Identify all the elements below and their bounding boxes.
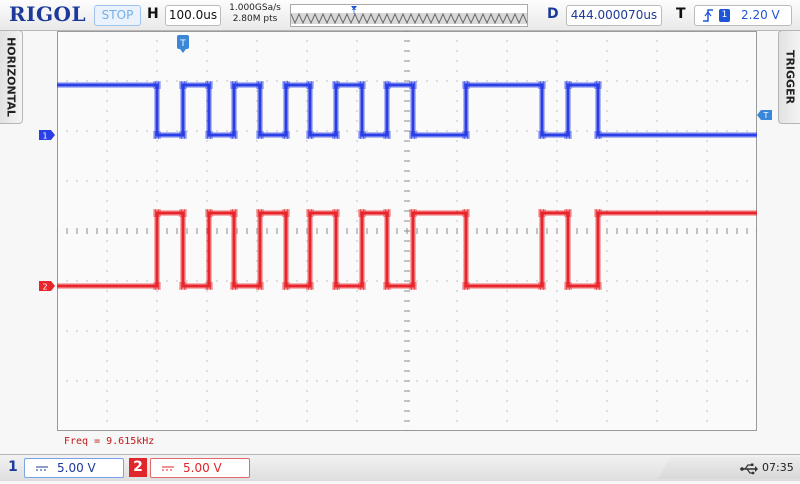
acquisition-info: 1.000GSa/s 2.80M pts (224, 3, 286, 25)
clock: 07:35 (762, 461, 794, 474)
delay-label: D (547, 6, 559, 22)
trigger-tab-label: TRIGGER (783, 49, 797, 105)
memory-position-bar[interactable]: T (290, 4, 528, 27)
channel-2-scale: 5.00 V (183, 461, 222, 475)
ch1-offset-marker[interactable]: 1 (39, 130, 55, 141)
horizontal-label: H (147, 6, 159, 22)
memory-waveform-preview: T (291, 5, 527, 26)
trigger-level-value: 2.20 V (741, 8, 780, 22)
trigger-label: T (676, 6, 686, 22)
waveform-display[interactable] (57, 31, 757, 431)
rising-edge-icon (702, 6, 714, 31)
trace-channel-1 (57, 81, 757, 139)
trigger-level-marker-label: T (763, 111, 769, 120)
trigger-position-marker: T (351, 8, 357, 16)
trigger-time-marker-label: T (179, 39, 186, 49)
delay-value[interactable]: 444.000070us (566, 5, 662, 26)
channel-2-number: 2 (129, 458, 147, 477)
memory-depth: 2.80M pts (232, 14, 278, 24)
trigger-settings[interactable]: 1 2.20 V (694, 5, 792, 26)
channel-1-tab[interactable]: 1 5.00 V (0, 457, 124, 478)
timebase-value[interactable]: 100.0us (165, 5, 221, 26)
trigger-menu-tab[interactable]: TRIGGER (778, 30, 800, 124)
horizontal-menu-tab[interactable]: HORIZONTAL (0, 30, 23, 124)
bottom-channel-bar: 1 5.00 V 2 5.00 V 07:35 (0, 454, 800, 481)
run-stop-indicator[interactable]: STOP (94, 5, 141, 26)
traces (57, 81, 757, 290)
ch1-marker-label: 1 (42, 132, 47, 141)
ch2-offset-marker[interactable]: 2 (39, 281, 55, 292)
waveform-grid (57, 31, 757, 431)
system-status: 07:35 (658, 457, 800, 479)
frequency-measurement: Freq = 9.615kHz (64, 436, 155, 447)
trigger-source-badge: 1 (719, 9, 730, 22)
channel-2-settings[interactable]: 5.00 V (150, 458, 250, 478)
dc-coupling-icon (35, 459, 49, 484)
graticule (57, 31, 757, 431)
ch2-marker-label: 2 (42, 283, 47, 292)
brand-logo: RIGOL (9, 2, 87, 26)
channel-1-scale: 5.00 V (57, 461, 96, 475)
channel-1-number: 1 (8, 459, 18, 475)
sample-rate: 1.000GSa/s (229, 3, 281, 13)
trigger-time-marker[interactable]: T (174, 33, 194, 55)
top-status-bar: RIGOL STOP H 100.0us 1.000GSa/s 2.80M pt… (0, 0, 800, 31)
channel-1-settings[interactable]: 5.00 V (24, 458, 124, 478)
trigger-level-marker[interactable]: T (756, 108, 776, 122)
channel-2-tab[interactable]: 2 5.00 V (126, 457, 250, 478)
usb-icon (740, 461, 758, 479)
horizontal-tab-label: HORIZONTAL (4, 37, 18, 117)
dc-coupling-icon (161, 459, 175, 484)
